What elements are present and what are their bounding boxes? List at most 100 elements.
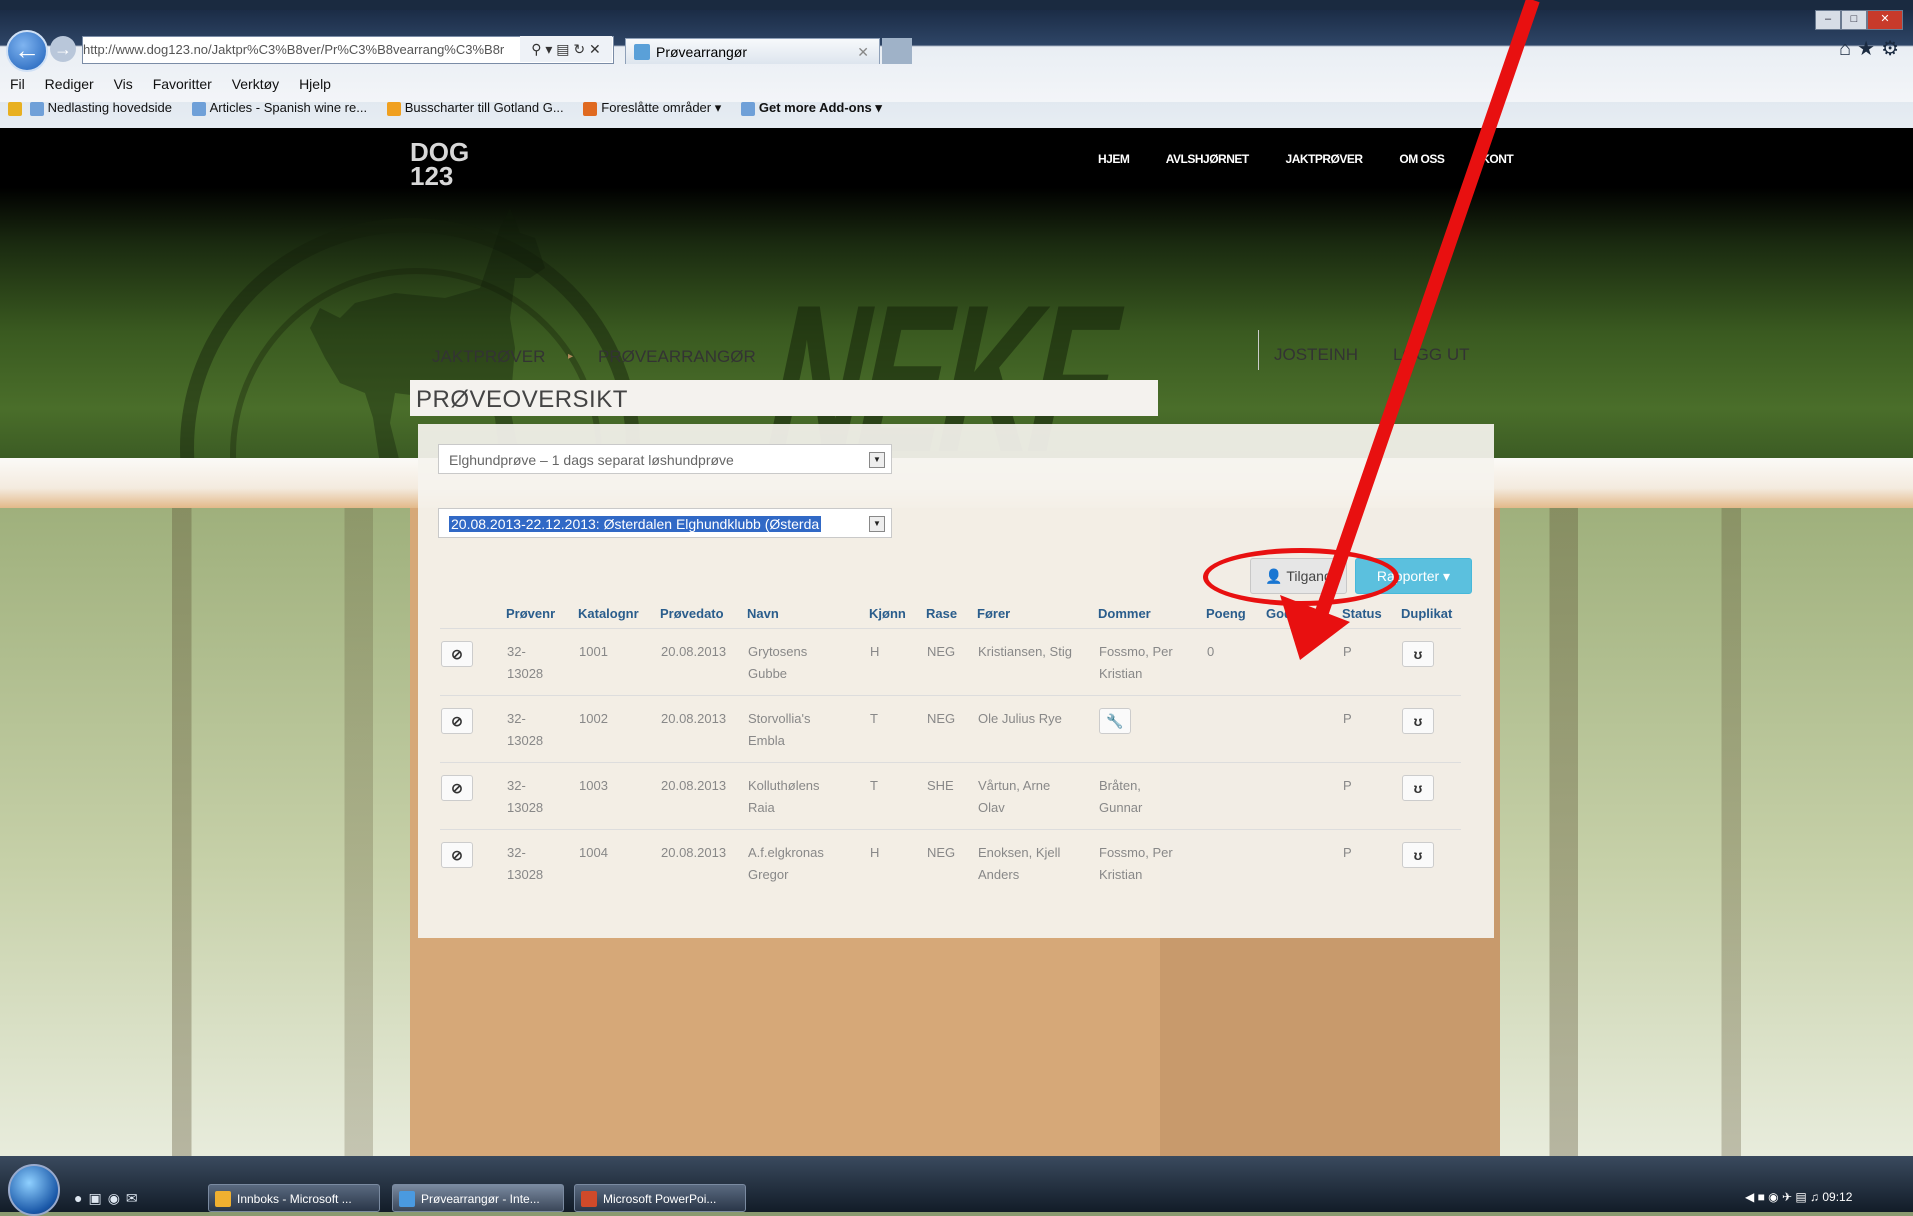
user-name-link[interactable]: JOSTEINH [1274, 345, 1358, 365]
maximize-icon[interactable]: □ [1841, 10, 1867, 30]
favorite-link: Busscharter till Gotland G... [386, 96, 564, 120]
tab-title: Prøvearrangør [656, 44, 748, 60]
edit-icon[interactable]: ⊘ [441, 708, 473, 734]
trial-type-value: Elghundprøve – 1 dags separat løshundprø… [449, 452, 734, 468]
col-header-dommer[interactable]: Dommer [1098, 598, 1206, 629]
tray-icons[interactable]: ◀ ■ ◉ ✈ ▤ ♫ [1745, 1190, 1819, 1204]
trial-type-select[interactable]: Elghundprøve – 1 dags separat løshundprø… [438, 444, 892, 474]
menu-item-hjelp[interactable]: Hjelp [299, 76, 331, 92]
stop-icon[interactable]: ✕ [589, 41, 601, 57]
col-header-rase[interactable]: Rase [926, 598, 977, 629]
nav-item-jaktprover[interactable]: JAKTPRØVER [1286, 152, 1364, 166]
edit-icon[interactable]: ⊘ [441, 775, 473, 801]
clock[interactable]: 09:12 [1822, 1190, 1852, 1204]
duplicate-icon[interactable]: ʊ [1402, 641, 1434, 667]
address-bar-url: http://www.dog123.no/Jaktpr%C3%B8ver/Pr%… [83, 42, 505, 57]
duplicate-icon[interactable]: ʊ [1402, 842, 1434, 868]
col-header-provedato[interactable]: Prøvedato [660, 598, 747, 629]
wrench-icon[interactable]: 🔧 [1099, 708, 1131, 734]
cell-godkjent [1266, 695, 1342, 763]
chrome-icon[interactable]: ◉ [108, 1190, 126, 1206]
cell-dato: 20.08.2013 [660, 762, 747, 830]
quick-launch: ●▣◉✉ [74, 1190, 144, 1207]
back-button[interactable]: ← [6, 30, 48, 72]
duplicate-icon[interactable]: ʊ [1402, 775, 1434, 801]
taskbar-item-powerpoint[interactable]: Microsoft PowerPoi... [574, 1184, 746, 1212]
breadcrumb-provearrangor[interactable]: PRØVEARRANGØR [598, 347, 756, 367]
tab-favicon-icon [634, 44, 650, 60]
col-header-navn[interactable]: Navn [747, 598, 869, 629]
duplicate-icon[interactable]: ʊ [1402, 708, 1434, 734]
new-tab-button[interactable] [882, 38, 912, 64]
cell-provenr: 32- 13028 [506, 829, 578, 896]
menu-bar: Fil Rediger Vis Favoritter Verktøy Hjelp [0, 72, 1913, 96]
menu-item-rediger[interactable]: Rediger [45, 76, 94, 92]
favorites-star-icon[interactable]: ★ [1857, 38, 1881, 60]
refresh-icon[interactable]: ↻ [573, 41, 585, 57]
desktop-icon[interactable]: ▣ [88, 1190, 107, 1206]
cell-navn: Storvollia's Embla [747, 695, 869, 763]
cell-forer: Ole Julius Rye [977, 695, 1098, 763]
col-header-forer[interactable]: Fører [977, 598, 1098, 629]
ie-icon[interactable]: ● [74, 1190, 88, 1206]
cell-dommer: Fossmo, Per Kristian [1098, 628, 1206, 696]
site-logo[interactable]: DOG 123 [410, 139, 469, 192]
minimize-icon[interactable]: – [1815, 10, 1841, 30]
menu-item-verktoy[interactable]: Verktøy [232, 76, 279, 92]
nav-item-om-oss[interactable]: OM OSS [1399, 152, 1445, 166]
chevron-down-icon[interactable]: ▼ [869, 516, 885, 532]
edit-icon[interactable]: ⊘ [441, 641, 473, 667]
cell-status: P [1342, 695, 1401, 763]
cell-provenr: 32- 13028 [506, 762, 578, 830]
highlight-ellipse [1203, 548, 1399, 606]
nav-item-kontakt[interactable]: KONT [1481, 152, 1514, 166]
tab-close-icon[interactable]: ✕ [857, 39, 869, 65]
cell-godkjent [1266, 628, 1342, 696]
start-button[interactable] [8, 1164, 60, 1216]
page-icon [386, 101, 401, 116]
close-window-icon[interactable]: ✕ [1867, 10, 1903, 30]
gear-icon[interactable]: ⚙ [1881, 38, 1905, 60]
forward-button[interactable]: → [50, 36, 76, 62]
cell-status: P [1342, 628, 1401, 696]
search-icon[interactable]: ⚲ [531, 41, 541, 57]
ie-icon [399, 1191, 415, 1207]
cell-dato: 20.08.2013 [660, 628, 747, 696]
menu-item-vis[interactable]: Vis [114, 76, 133, 92]
cell-kjonn: H [869, 628, 926, 696]
col-header-kjonn[interactable]: Kjønn [869, 598, 926, 629]
menu-item-fil[interactable]: Fil [10, 76, 25, 92]
cell-poeng [1206, 829, 1266, 896]
col-header-provenr[interactable]: Prøvenr [506, 598, 578, 629]
powerpoint-icon [581, 1191, 597, 1207]
taskbar-item-ie[interactable]: Prøvearrangør - Inte... [392, 1184, 564, 1212]
table-row: ⊘ 32- 13028 1003 20.08.2013 Kolluthølens… [440, 762, 1461, 830]
taskbar-item-outlook[interactable]: Innboks - Microsoft ... [208, 1184, 380, 1212]
cell-poeng: 0 [1206, 628, 1266, 696]
mail-icon[interactable]: ✉ [126, 1190, 144, 1206]
menu-item-favoritter[interactable]: Favoritter [153, 76, 212, 92]
breadcrumb-jaktprover[interactable]: JAKTPRØVER [432, 347, 545, 367]
compat-icon[interactable]: ▤ [556, 41, 569, 57]
cell-poeng [1206, 695, 1266, 763]
event-select[interactable]: 20.08.2013-22.12.2013: Østerdalen Elghun… [438, 508, 892, 538]
favorite-link: Foreslåtte områder ▾ [583, 96, 721, 120]
col-header-duplikat[interactable]: Duplikat [1401, 598, 1461, 629]
nav-item-avlshjornet[interactable]: AVLSHJØRNET [1166, 152, 1249, 166]
home-icon[interactable]: ⌂ [1839, 38, 1857, 60]
browser-tab[interactable]: Prøvearrangør ✕ [625, 38, 880, 64]
edit-icon[interactable]: ⊘ [441, 842, 473, 868]
address-bar-controls[interactable]: ⚲ ▾ ▤ ↻ ✕ [520, 36, 612, 62]
col-header-katalognr[interactable]: Katalognr [578, 598, 660, 629]
logout-link[interactable]: LOGG UT [1393, 345, 1470, 365]
table-row: ⊘ 32- 13028 1001 20.08.2013 Grytosens Gu… [440, 628, 1461, 696]
cell-navn: A.f.elgkronas Gregor [747, 829, 869, 896]
dropdown-icon[interactable]: ▾ [545, 41, 552, 57]
nav-item-hjem[interactable]: HJEM [1098, 152, 1130, 166]
top-nav: HJEM AVLSHJØRNET JAKTPRØVER OM OSS KONT [1098, 152, 1547, 166]
favorites-icon[interactable] [8, 101, 22, 116]
col-header-status[interactable]: Status [1342, 598, 1401, 629]
cell-rase: NEG [926, 695, 977, 763]
chevron-down-icon[interactable]: ▼ [869, 452, 885, 468]
cell-dommer: Fossmo, Per Kristian [1098, 829, 1206, 896]
